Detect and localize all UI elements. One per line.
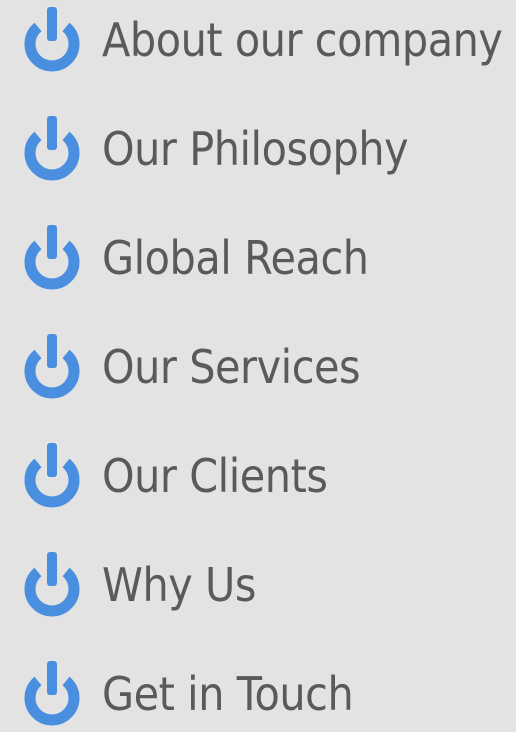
power-icon	[24, 661, 80, 726]
menu-item-about-our-company[interactable]: About our company	[20, 5, 516, 75]
power-icon	[24, 443, 80, 508]
menu-item-label: Our Services	[102, 340, 361, 394]
power-icon	[24, 7, 80, 72]
power-icon	[24, 552, 80, 617]
power-icon	[24, 116, 80, 181]
menu-item-label: Global Reach	[102, 231, 369, 285]
menu-item-label: Get in Touch	[102, 667, 354, 721]
menu-item-global-reach[interactable]: Global Reach	[20, 223, 398, 293]
power-icon	[24, 225, 80, 290]
menu-item-our-clients[interactable]: Our Clients	[20, 441, 353, 511]
menu-item-label: Our Philosophy	[102, 122, 409, 176]
menu-item-label: Why Us	[102, 558, 257, 612]
menu-item-our-services[interactable]: Our Services	[20, 332, 389, 402]
menu-item-why-us[interactable]: Why Us	[20, 550, 273, 620]
navigation-menu: About our company Our Philosophy Global …	[0, 0, 516, 732]
menu-item-label: Our Clients	[102, 449, 328, 503]
power-icon	[24, 334, 80, 399]
menu-item-label: About our company	[102, 13, 503, 67]
menu-item-our-philosophy[interactable]: Our Philosophy	[20, 114, 442, 184]
menu-item-get-in-touch[interactable]: Get in Touch	[20, 659, 381, 729]
